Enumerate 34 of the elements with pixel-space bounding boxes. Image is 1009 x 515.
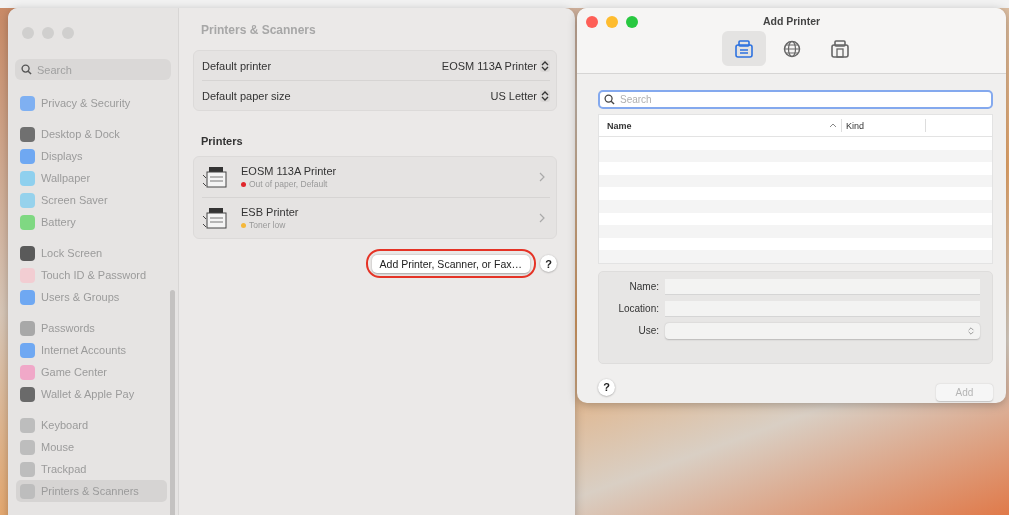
window-control[interactable] [626,16,638,28]
window-control[interactable] [606,16,618,28]
printer-icon [202,165,230,189]
chevron-updown-icon [967,325,975,336]
input-field[interactable] [665,300,980,317]
chevron-updown-icon [540,89,550,102]
section-heading: Printers [201,135,244,147]
field-label: Name: [628,281,659,293]
printer-icon [829,38,850,59]
column-header[interactable]: Kind [842,119,926,132]
popup-menu[interactable]: US Letter [490,89,550,102]
printer-name[interactable]: ESB Printer [241,206,539,218]
help-button[interactable]: ? [598,378,615,396]
search-icon [21,64,32,75]
chevron-right-icon[interactable] [539,213,545,223]
printer-status: Out of paper, Default [249,179,328,189]
popup-menu[interactable] [665,322,980,339]
printer-icon [733,38,754,59]
toolbar-tab[interactable] [721,31,766,66]
page-title: Printers & Scanners [201,23,317,37]
printer-icon [202,206,230,230]
field-label: Location: [617,303,659,315]
globe-icon [781,38,802,59]
printer-status: Toner low [249,220,286,230]
setting-label: Default paper size [202,89,291,102]
field-label: Use: [637,325,659,337]
search-field[interactable]: Search [598,90,993,109]
column-header[interactable]: Name [599,119,842,132]
setting-label: Default printer [202,59,272,72]
search-icon [604,94,615,105]
window-control[interactable] [586,16,598,28]
input-field[interactable] [665,278,980,295]
window-title: Add Printer [762,14,821,27]
chevron-updown-icon [540,59,550,72]
